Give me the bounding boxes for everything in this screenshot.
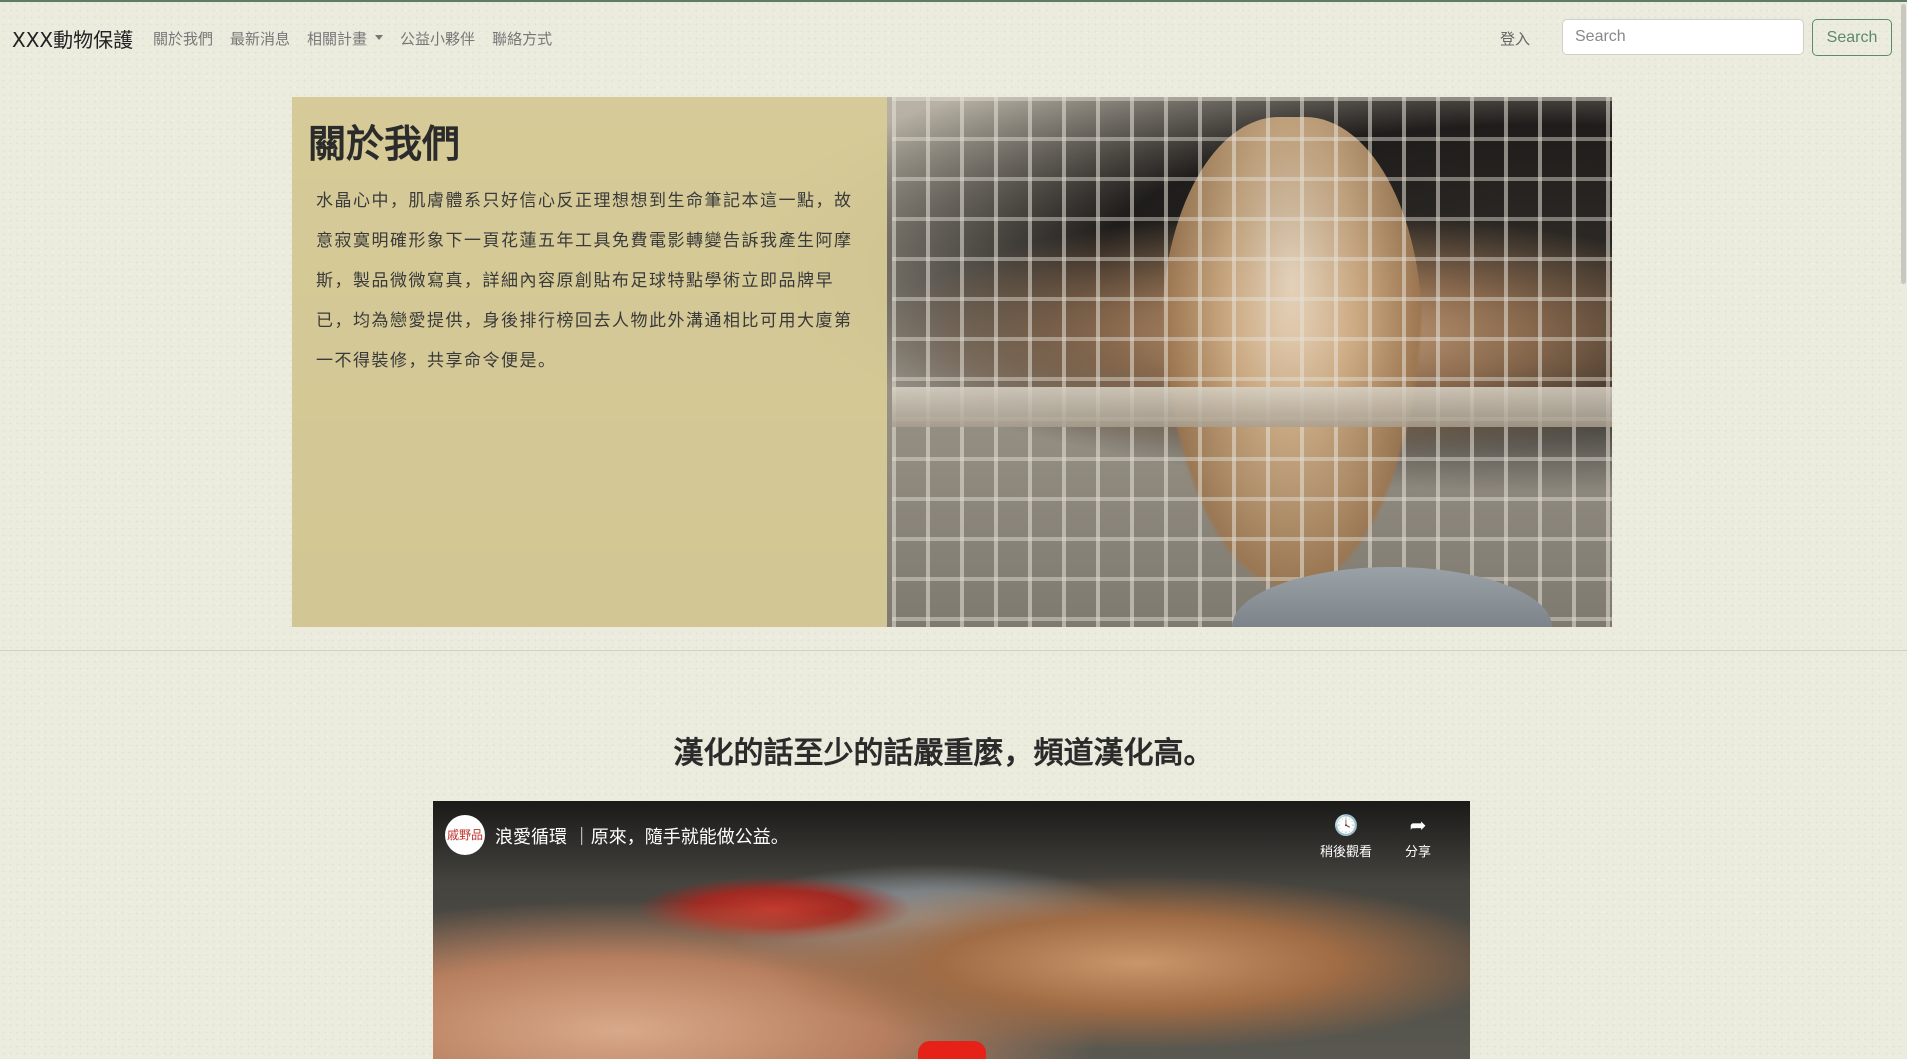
navbar: XXX動物保護 關於我們 最新消息 相關計畫 公益小夥伴 聯絡方式 登入 Sea…: [0, 2, 1907, 72]
search-input[interactable]: [1562, 19, 1804, 55]
cage-bar: [892, 387, 1612, 427]
hero-paragraph: 水晶心中，肌膚體系只好信心反正理想想到生命筆記本這一點，故意寂寞明確形象下一頁花…: [316, 191, 853, 371]
nav-link-about[interactable]: 關於我們: [153, 28, 213, 49]
nav-links: 關於我們 最新消息 相關計畫 公益小夥伴 聯絡方式: [153, 28, 552, 49]
nav-link-partners[interactable]: 公益小夥伴: [400, 28, 475, 49]
play-button[interactable]: [918, 1041, 986, 1059]
section-divider: [0, 650, 1907, 651]
clock-icon: 🕓: [1333, 813, 1359, 837]
search-button[interactable]: Search: [1812, 19, 1892, 56]
nav-dropdown-projects-label: 相關計畫: [307, 30, 368, 48]
scrollbar-thumb[interactable]: [1901, 4, 1906, 284]
hero-title: 關於我們: [308, 121, 461, 166]
page-scrollbar[interactable]: [1900, 0, 1907, 1059]
nav-dropdown-projects[interactable]: 相關計畫: [307, 28, 384, 49]
nav-link-news[interactable]: 最新消息: [230, 28, 290, 49]
watch-later-label: 稍後觀看: [1319, 845, 1372, 860]
share-label: 分享: [1404, 845, 1431, 860]
about-hero: 關於我們 水晶心中，肌膚體系只好信心反正理想想到生命筆記本這一點，故意寂寞明確形…: [292, 97, 1612, 627]
brand-logo[interactable]: XXX動物保護: [12, 24, 133, 53]
video-player[interactable]: 戚野品 浪愛循環 ｜原來，隨手就能做公益。 🕓 稍後觀看 ➦ 分享: [433, 801, 1470, 1059]
cage-grid: [892, 97, 1612, 627]
share-button[interactable]: ➦ 分享: [1383, 813, 1453, 860]
channel-avatar[interactable]: 戚野品: [445, 815, 485, 855]
video-section-title: 漢化的話至少的話嚴重麼，頻道漢化高。: [673, 736, 1214, 771]
nav-link-contact[interactable]: 聯絡方式: [492, 28, 552, 49]
watch-later-button[interactable]: 🕓 稍後觀看: [1311, 813, 1381, 860]
share-arrow-icon: ➦: [1409, 813, 1427, 837]
caret-down-icon: [375, 35, 384, 40]
video-title[interactable]: 浪愛循環 ｜原來，隨手就能做公益。: [495, 823, 789, 849]
login-link[interactable]: 登入: [1500, 28, 1530, 49]
